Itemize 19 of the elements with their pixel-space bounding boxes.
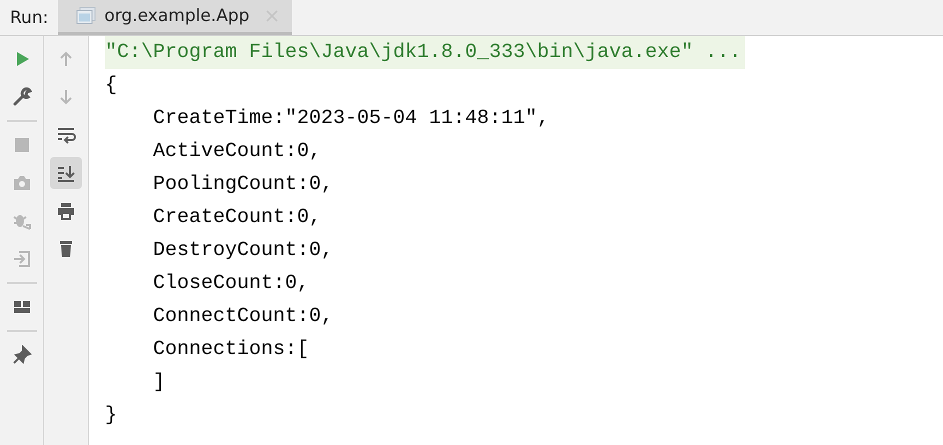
- console-line: }: [105, 403, 118, 429]
- console-line: PoolingCount:0,: [152, 172, 334, 198]
- run-tab[interactable]: org.example.App: [58, 0, 292, 35]
- console-line: ]: [152, 370, 166, 396]
- console-line: ActiveCount:0,: [152, 139, 322, 165]
- console-line: Connections:[: [152, 337, 310, 363]
- window-icon: [76, 7, 96, 25]
- console-line: CreateCount:0,: [152, 205, 322, 231]
- console-line: ConnectCount:0,: [152, 304, 334, 330]
- scroll-end-icon[interactable]: [56, 163, 76, 183]
- console-line: DestroyCount:0,: [152, 238, 334, 264]
- console-line: CreateTime:"2023-05-04 11:48:11",: [152, 106, 550, 132]
- printer-icon[interactable]: [56, 201, 76, 221]
- wrench-icon[interactable]: [12, 87, 32, 107]
- console-line: CloseCount:0,: [152, 271, 310, 297]
- pin-icon[interactable]: [12, 345, 32, 365]
- run-label: Run:: [9, 6, 50, 30]
- wrap-icon[interactable]: [56, 125, 76, 145]
- console-line: {: [105, 73, 118, 99]
